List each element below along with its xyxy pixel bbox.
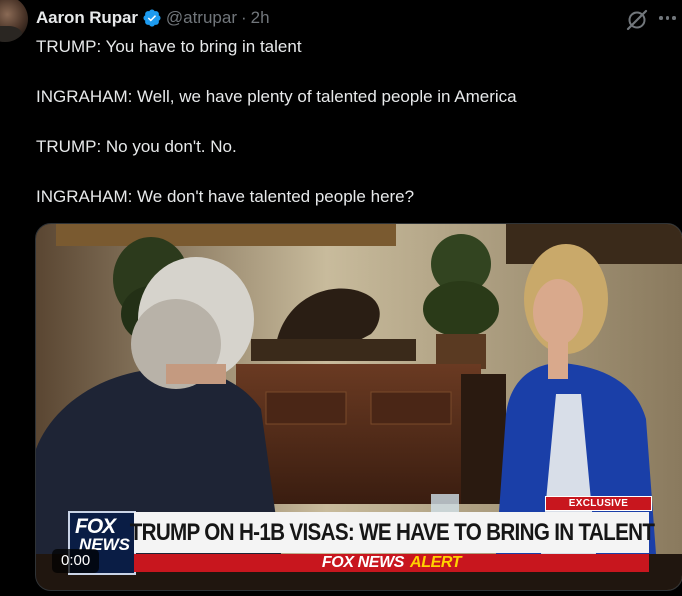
separator-dot: ·	[240, 8, 247, 27]
verified-badge-icon[interactable]	[142, 8, 162, 28]
video-player[interactable]: EXCLUSIVE FOX NEWS TRUMP ON H-1B VISAS: …	[35, 223, 682, 591]
tweet-header: Aaron Rupar @atrupar · 2h	[36, 6, 270, 30]
author-handle[interactable]: @atrupar	[166, 8, 237, 28]
chyron-headline-bar: TRUMP ON H-1B VISAS: WE HAVE TO BRING IN…	[129, 512, 654, 553]
more-icon[interactable]	[659, 16, 676, 20]
fox-news-alert-bar: FOX NEWS ALERT	[134, 554, 649, 572]
tweet-line: INGRAHAM: We don't have talented people …	[36, 187, 415, 206]
alert-word: ALERT	[410, 554, 462, 571]
chyron-headline: TRUMP ON H-1B VISAS: WE HAVE TO BRING IN…	[129, 518, 654, 546]
exclusive-badge: EXCLUSIVE	[545, 496, 652, 511]
post-time[interactable]: 2h	[251, 8, 270, 28]
tweet-line: TRUMP: You have to bring in talent	[36, 37, 302, 56]
author-name[interactable]: Aaron Rupar	[36, 8, 138, 28]
avatar[interactable]	[0, 0, 28, 42]
tweet-line: TRUMP: No you don't. No.	[36, 137, 237, 156]
alert-brand: FOX NEWS	[321, 554, 405, 571]
tweet-text: TRUMP: You have to bring in talent INGRA…	[36, 34, 656, 209]
grok-icon[interactable]	[624, 7, 650, 33]
video-timestamp: 0:00	[52, 549, 100, 573]
tweet-line: INGRAHAM: Well, we have plenty of talent…	[36, 87, 517, 106]
